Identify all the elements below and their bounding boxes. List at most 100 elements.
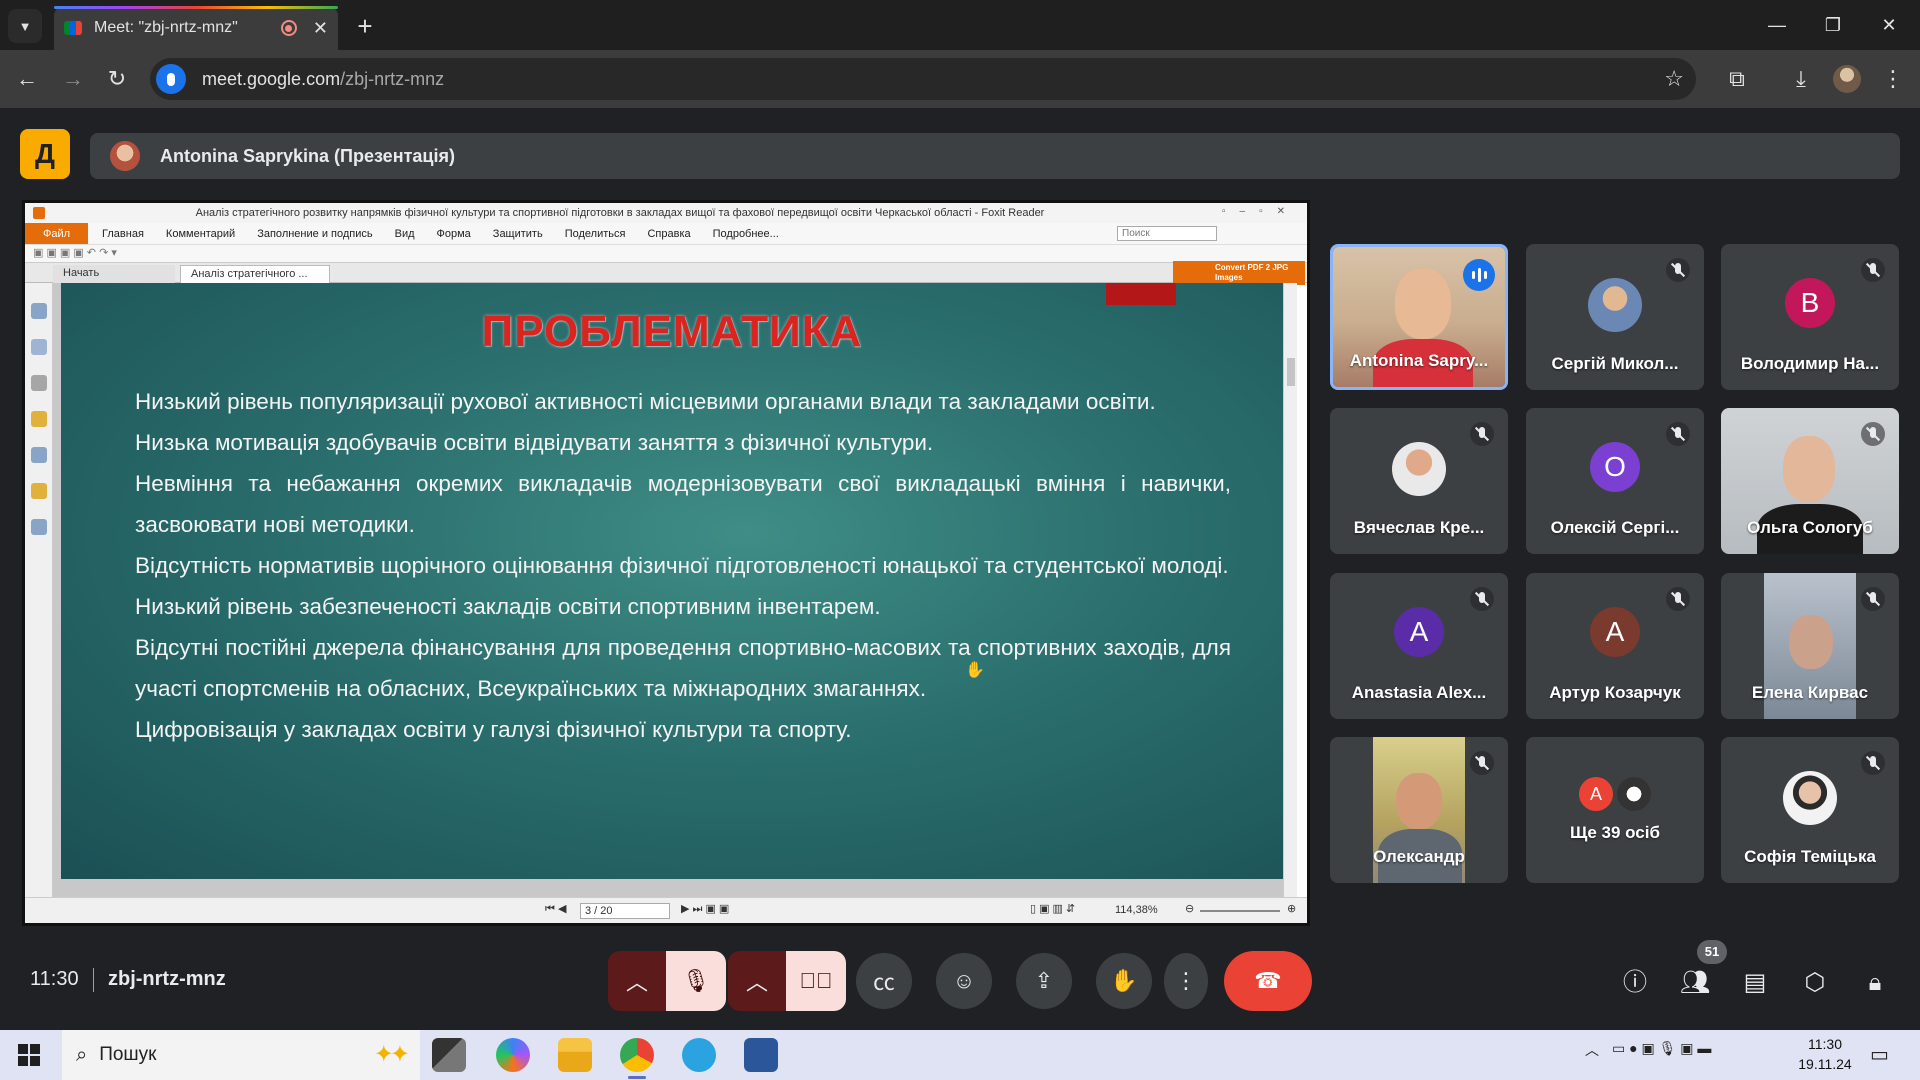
people-icon[interactable]: 👥︎: [1677, 965, 1713, 1001]
audio-options-button[interactable]: ︿: [608, 951, 666, 1011]
taskbar-clock[interactable]: 11:30 19.11.24: [1790, 1034, 1860, 1074]
reactions-button[interactable]: ☺: [936, 953, 992, 1009]
participant-tile[interactable]: О Олексій Сергі...: [1526, 408, 1704, 554]
participant-tile[interactable]: Antonina Sapry...: [1330, 244, 1508, 390]
extensions-icon[interactable]: ⧉: [1722, 64, 1752, 94]
foxit-menu-protect[interactable]: Защитить: [493, 228, 543, 240]
minimize-icon[interactable]: —: [1754, 10, 1800, 40]
participant-avatar: О: [1590, 442, 1640, 492]
participant-tile[interactable]: Вячеслав Кре...: [1330, 408, 1508, 554]
foxit-search-input[interactable]: Поиск: [1117, 226, 1217, 241]
participant-tile[interactable]: Олександр: [1330, 737, 1508, 883]
browser-menu-icon[interactable]: ⋮: [1878, 64, 1908, 94]
chrome-icon[interactable]: [620, 1038, 654, 1072]
video-options-button[interactable]: ︿: [728, 951, 786, 1011]
foxit-tab-document[interactable]: Аналіз стратегічного ...: [180, 265, 330, 283]
profile-avatar[interactable]: [1833, 65, 1861, 93]
task-view-icon[interactable]: [432, 1038, 466, 1072]
tab-search-button[interactable]: ▼: [8, 9, 42, 43]
more-options-button[interactable]: ⋮: [1164, 953, 1208, 1009]
word-icon[interactable]: [744, 1038, 778, 1072]
foxit-convert-banner[interactable]: Convert PDF 2 JPG Images: [1173, 261, 1305, 285]
page-prev-icons[interactable]: ⏮ ◀: [545, 902, 566, 916]
foxit-menu-help[interactable]: Справка: [647, 228, 690, 240]
attachment-icon[interactable]: [30, 447, 47, 463]
zoom-in-icon[interactable]: ⊕: [1287, 902, 1296, 915]
page-number-input[interactable]: 3 / 20: [580, 903, 670, 919]
windows-start-icon[interactable]: [18, 1044, 40, 1066]
participant-name: Олексій Сергі...: [1550, 518, 1680, 537]
participant-name: Ольга Сологуб: [1747, 518, 1873, 537]
mic-toggle-button[interactable]: 🎙︎: [666, 951, 726, 1011]
foxit-menu-form[interactable]: Форма: [437, 228, 471, 240]
zoom-out-icon[interactable]: ⊖: [1185, 902, 1194, 915]
zoom-slider[interactable]: [1200, 910, 1280, 912]
address-bar[interactable]: meet.google.com/zbj-nrtz-mnz ☆: [150, 58, 1696, 100]
foxit-menu-file[interactable]: Файл: [25, 223, 89, 244]
participant-tile[interactable]: A Anastasia Alex...: [1330, 573, 1508, 719]
slide-paragraph: Низький рівень забезпеченості закладів о…: [135, 594, 881, 619]
lock-icon[interactable]: [30, 483, 47, 499]
taskbar-search[interactable]: ⌕ Пошук ✦✦: [62, 1030, 420, 1080]
meet-companion-icon[interactable]: Д: [20, 129, 70, 179]
meeting-info-icon[interactable]: ⓘ: [1617, 965, 1653, 1001]
present-button[interactable]: ⇪: [1016, 953, 1072, 1009]
signature-icon[interactable]: [30, 519, 47, 535]
tray-overflow-icon[interactable]: ︿: [1585, 1040, 1599, 1060]
file-explorer-icon[interactable]: [558, 1038, 592, 1072]
participant-tile[interactable]: Сергій Микол...: [1526, 244, 1704, 390]
host-controls-icon[interactable]: 🔒︎: [1857, 965, 1893, 1001]
page-next-icons[interactable]: ▶ ⏭ ▣ ▣: [681, 902, 729, 916]
captions-button[interactable]: ㏄: [856, 953, 912, 1009]
foxit-status-bar: ⏮ ◀ 3 / 20 ▶ ⏭ ▣ ▣ ▯ ▣ ▥ ⇵ 114,38% ⊖ ⊕: [25, 897, 1307, 923]
view-mode-icons[interactable]: ▯ ▣ ▥ ⇵: [1030, 902, 1075, 915]
foxit-menu-more[interactable]: Подробнее...: [713, 228, 779, 240]
camera-toggle-button[interactable]: ▭⃠: [786, 951, 846, 1011]
participant-tile[interactable]: Елена Кирвас: [1721, 573, 1899, 719]
foxit-tab-start[interactable]: Начать: [53, 265, 175, 283]
telegram-icon[interactable]: [682, 1038, 716, 1072]
participant-tile[interactable]: В Володимир На...: [1721, 244, 1899, 390]
copilot-icon[interactable]: [496, 1038, 530, 1072]
forward-arrow-icon[interactable]: →: [58, 64, 88, 94]
url-text[interactable]: meet.google.com/zbj-nrtz-mnz: [202, 69, 444, 90]
browser-tab-meet[interactable]: Meet: "zbj-nrtz-mnz" ✕: [54, 6, 338, 50]
slide-paragraph: Цифровізація у закладах освіти у галузі …: [135, 717, 852, 742]
download-icon[interactable]: ⤓: [1786, 64, 1816, 94]
mic-in-use-icon[interactable]: [156, 64, 186, 94]
leave-call-button[interactable]: ☎: [1224, 951, 1312, 1011]
participant-face: [1783, 436, 1835, 502]
zoom-level[interactable]: 114,38%: [1115, 904, 1158, 916]
close-window-icon[interactable]: ✕: [1866, 10, 1912, 40]
notifications-icon[interactable]: ▭: [1870, 1042, 1889, 1067]
mic-off-icon: [1666, 587, 1690, 611]
foxit-menu-view[interactable]: Вид: [395, 228, 415, 240]
foxit-menu-share[interactable]: Поделиться: [565, 228, 626, 240]
raise-hand-button[interactable]: ✋: [1096, 953, 1152, 1009]
pages-icon[interactable]: [30, 339, 47, 355]
foxit-menu-home[interactable]: Главная: [102, 228, 144, 240]
layers-icon[interactable]: [30, 375, 47, 391]
bookmark-star-icon[interactable]: ☆: [1664, 66, 1684, 92]
chat-icon[interactable]: ▤: [1737, 965, 1773, 1001]
activities-icon[interactable]: ⬡: [1797, 965, 1833, 1001]
restore-icon[interactable]: ❐: [1810, 10, 1856, 40]
active-app-indicator: [628, 1076, 646, 1079]
foxit-vertical-scrollbar[interactable]: [1283, 283, 1297, 903]
back-arrow-icon[interactable]: ←: [12, 64, 42, 94]
participant-tile[interactable]: Ольга Сологуб: [1721, 408, 1899, 554]
participant-tile-more[interactable]: А Ще 39 осіб: [1526, 737, 1704, 883]
foxit-menu-comment[interactable]: Комментарий: [166, 228, 235, 240]
participant-tile[interactable]: Софія Теміцька: [1721, 737, 1899, 883]
participant-name: Елена Кирвас: [1751, 683, 1869, 702]
foxit-title-bar: Аналіз стратегічного розвитку напрямків …: [25, 203, 1307, 223]
foxit-menu-fill-sign[interactable]: Заполнение и подпись: [257, 228, 372, 240]
sparkle-icon: ✦✦: [373, 1041, 410, 1068]
participant-tile[interactable]: А Артур Козарчук: [1526, 573, 1704, 719]
tab-close-icon[interactable]: ✕: [313, 18, 328, 39]
tray-icons[interactable]: ▭ ● ▣ 🎙︎ ▣ ▬: [1612, 1040, 1711, 1057]
bookmark-icon[interactable]: [30, 303, 47, 319]
comments-icon[interactable]: [30, 411, 47, 427]
new-tab-button[interactable]: +: [350, 12, 380, 42]
reload-icon[interactable]: ↻: [102, 64, 132, 94]
